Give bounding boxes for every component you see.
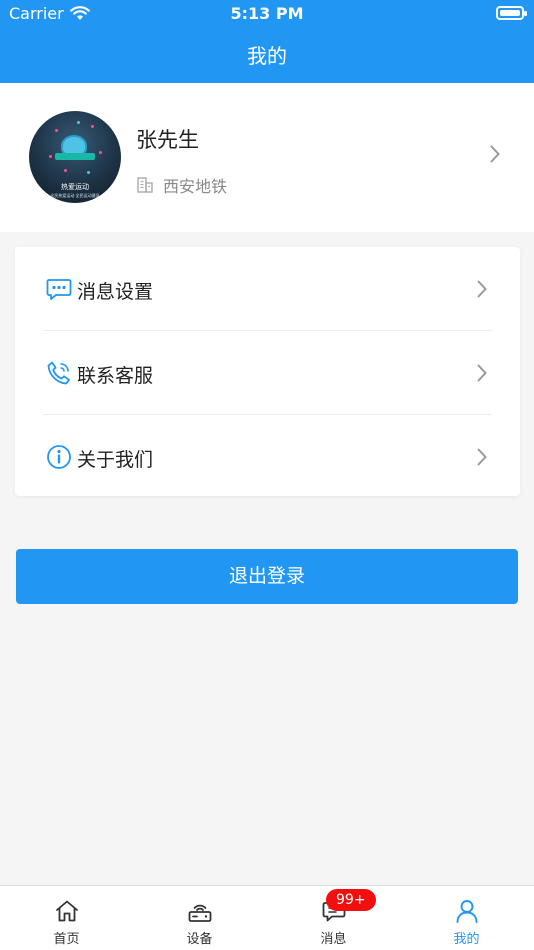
menu-item-label: 消息设置 (77, 281, 154, 303)
menu-item-message-settings[interactable]: 消息设置 (15, 247, 520, 330)
battery-icon (496, 6, 527, 20)
tab-label: 首页 (53, 932, 80, 947)
avatar-caption: 热爱运动 (61, 183, 89, 191)
tab-label: 我的 (453, 932, 480, 947)
unread-badge: 99+ (326, 889, 376, 911)
avatar[interactable]: 热爱运动 全民热爱运动 全民运动健身 (29, 111, 121, 203)
router-icon (188, 904, 212, 922)
tab-label: 消息 (320, 932, 347, 947)
user-organization: 西安地铁 (136, 173, 227, 197)
menu-item-label: 联系客服 (77, 365, 154, 387)
chevron-right-icon (490, 145, 500, 163)
tab-bar: 首页 设备 消息 我的 99+ (0, 885, 534, 950)
avatar-subcaption: 全民热爱运动 全民运动健身 (50, 193, 100, 198)
phone-icon (47, 361, 70, 385)
menu-item-contact-support[interactable]: 联系客服 (15, 331, 520, 414)
page-title: 我的 (247, 44, 287, 68)
info-icon (47, 445, 71, 469)
menu-item-label: 关于我们 (77, 449, 154, 471)
avatar-ribbon (55, 153, 95, 160)
chevron-right-icon (477, 448, 487, 466)
profile-page: Carrier 5:13 PM 我的 热爱运动 全民热爱运动 全民运动健身 张先… (0, 0, 534, 950)
building-icon (137, 177, 153, 193)
tab-home[interactable]: 首页 (0, 886, 133, 950)
tab-label: 设备 (186, 932, 213, 947)
status-bar: Carrier 5:13 PM (0, 0, 534, 28)
message-settings-icon (46, 279, 72, 300)
home-icon (56, 900, 78, 922)
menu-item-about-us[interactable]: 关于我们 (15, 415, 520, 498)
profile-card[interactable]: 热爱运动 全民热爱运动 全民运动健身 张先生 西安地铁 (0, 83, 534, 232)
tab-devices[interactable]: 设备 (133, 886, 266, 950)
user-name: 张先生 (136, 128, 199, 152)
status-time: 5:13 PM (230, 4, 304, 23)
chevron-right-icon (477, 364, 487, 382)
organization-label: 西安地铁 (163, 177, 228, 196)
tab-mine[interactable]: 我的 (400, 886, 533, 950)
settings-menu: 消息设置 联系客服 关于我们 (15, 247, 520, 496)
logout-button[interactable]: 退出登录 (16, 549, 518, 604)
top-bar: Carrier 5:13 PM 我的 (0, 0, 534, 83)
user-icon (456, 900, 478, 923)
chevron-right-icon (477, 280, 487, 298)
